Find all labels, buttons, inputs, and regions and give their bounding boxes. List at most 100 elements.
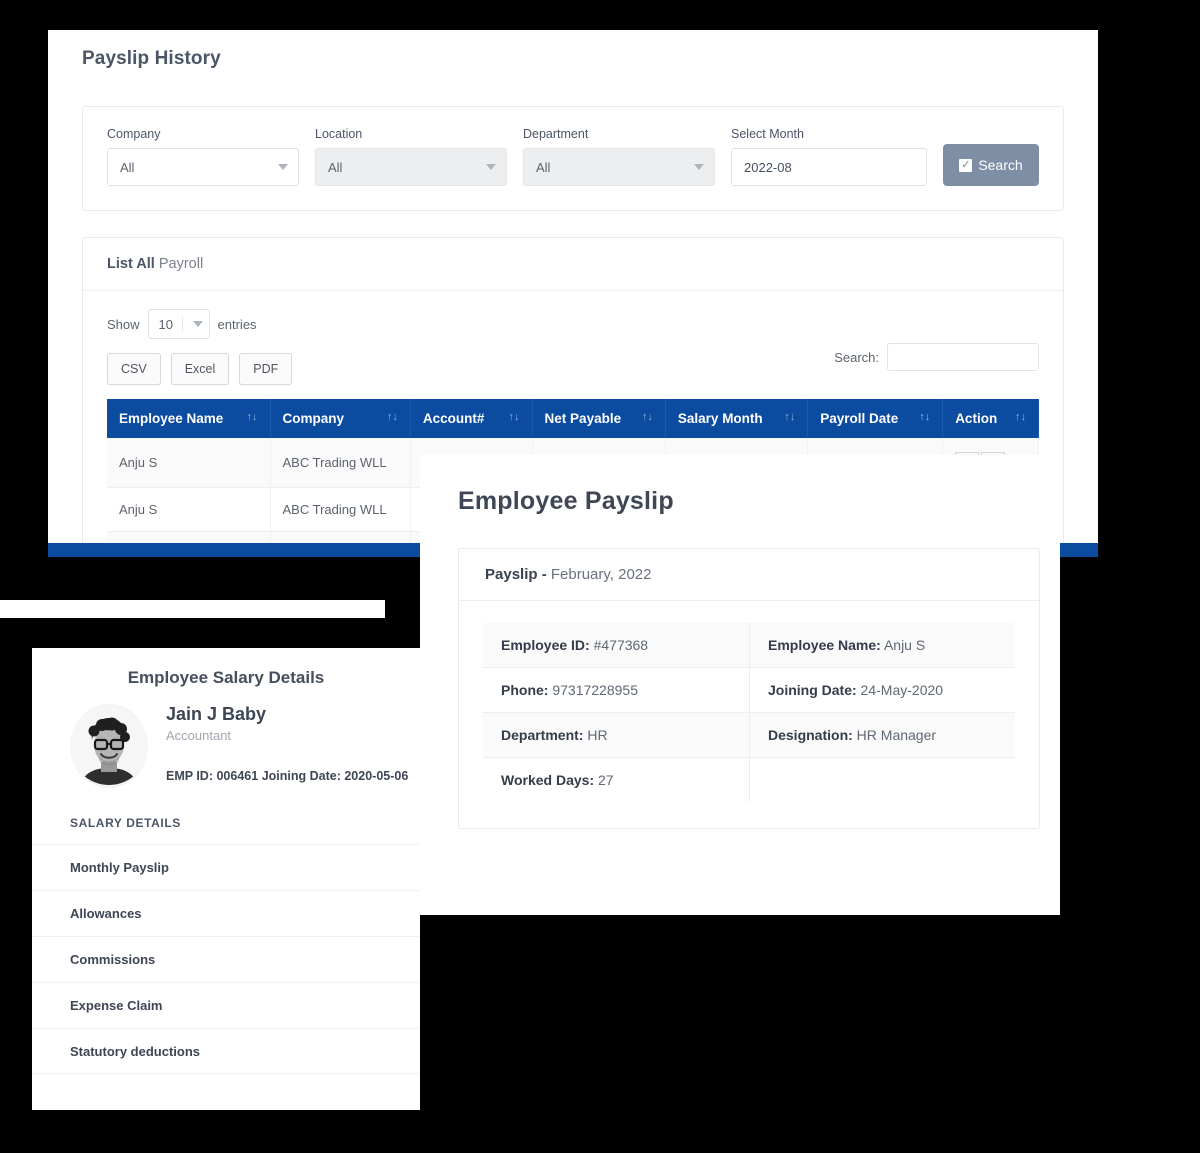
payslip-card-body: Employee ID: #477368 Employee Name: Anju… [459, 601, 1039, 828]
info-joining-date-label: Joining Date: [768, 682, 857, 698]
col-net-payable-label: Net Payable [545, 411, 622, 426]
csv-export-button[interactable]: CSV [107, 353, 161, 385]
month-field: Select Month [731, 127, 927, 186]
show-entries-row: Show 10 entries [107, 309, 1039, 339]
info-designation-label: Designation: [768, 727, 853, 743]
list-item-allowances[interactable]: Allowances [32, 890, 420, 936]
background-strip [0, 600, 385, 618]
emp-id-value: 006461 [216, 769, 258, 783]
joining-date-label: Joining Date: [262, 769, 341, 783]
list-item-expense-claim[interactable]: Expense Claim [32, 982, 420, 1028]
payroll-table-head: ↑↓Employee Name ↑↓Company ↑↓Account# ↑↓N… [107, 399, 1039, 438]
col-net-payable[interactable]: ↑↓ Net Payable [532, 399, 665, 438]
company-select-value: All [120, 160, 134, 175]
sort-icon: ↑↓ [247, 411, 258, 423]
check-icon: ✓ [959, 159, 972, 172]
col-action-label: Action [955, 411, 997, 426]
col-action[interactable]: ↑↓Action [943, 399, 1039, 438]
search-button[interactable]: ✓ Search [943, 144, 1039, 186]
col-account-label: Account# [423, 411, 485, 426]
list-item-commissions[interactable]: Commissions [32, 936, 420, 982]
filter-card: Company All Location All Department All [82, 106, 1064, 211]
info-joining-date: Joining Date: 24-May-2020 [749, 668, 1015, 713]
info-employee-name-value: Anju S [881, 637, 925, 653]
col-company[interactable]: ↑↓Company [270, 399, 410, 438]
department-select-value: All [536, 160, 550, 175]
payslip-modal-title: Employee Payslip [420, 455, 1060, 516]
cell-company: ABC Trading WLL [270, 438, 410, 488]
sort-icon: ↑↓ [509, 411, 520, 423]
table-search-input[interactable] [887, 343, 1039, 371]
search-button-label: Search [978, 157, 1022, 173]
col-company-label: Company [283, 411, 345, 426]
payslip-card: Payslip - February, 2022 Employee ID: #4… [458, 548, 1040, 829]
table-search-label: Search: [834, 350, 879, 365]
company-select[interactable]: All [107, 148, 299, 186]
info-employee-id-value: #477368 [590, 637, 648, 653]
show-entries-value: 10 [159, 317, 173, 332]
department-label: Department [523, 127, 715, 141]
payslip-card-header: Payslip - February, 2022 [459, 549, 1039, 601]
month-label: Select Month [731, 127, 927, 141]
location-select[interactable]: All [315, 148, 507, 186]
chevron-down-icon [278, 164, 288, 170]
list-item-monthly-payslip[interactable]: Monthly Payslip [32, 844, 420, 890]
info-designation-value: HR Manager [853, 727, 936, 743]
info-empty-cell [749, 758, 1015, 802]
show-label: Show [107, 317, 140, 332]
employee-summary: Jain J Baby Accountant EMP ID: 006461 Jo… [32, 688, 420, 788]
col-account[interactable]: ↑↓ Account# [410, 399, 532, 438]
show-entries-select[interactable]: 10 [148, 309, 210, 339]
info-department: Department: HR [483, 713, 749, 758]
payslip-period-label: Payslip - [485, 566, 547, 583]
employee-identity: Jain J Baby Accountant EMP ID: 006461 Jo… [166, 704, 408, 783]
employee-salary-details-panel: Employee Salary Details [32, 648, 420, 1110]
emp-id-label: EMP ID: [166, 769, 213, 783]
employee-meta: EMP ID: 006461 Joining Date: 2020-05-06 [166, 769, 408, 783]
location-label: Location [315, 127, 507, 141]
page-title: Payslip History [48, 30, 1098, 70]
excel-export-button[interactable]: Excel [171, 353, 230, 385]
salary-panel-title: Employee Salary Details [32, 648, 420, 688]
divider [182, 316, 183, 332]
info-phone: Phone: 97317228955 [483, 668, 749, 713]
chevron-down-icon [193, 321, 203, 327]
col-employee-name-label: Employee Name [119, 411, 223, 426]
table-search-group: Search: [834, 343, 1039, 371]
info-worked-days: Worked Days: 27 [483, 758, 749, 802]
payroll-list-title-rest: Payroll [155, 256, 203, 272]
employee-role: Accountant [166, 728, 408, 743]
pdf-export-button[interactable]: PDF [239, 353, 292, 385]
info-joining-date-value: 24-May-2020 [857, 682, 943, 698]
info-worked-days-label: Worked Days: [501, 772, 594, 788]
info-department-label: Department: [501, 727, 583, 743]
chevron-down-icon [694, 164, 704, 170]
entries-label: entries [218, 317, 257, 332]
col-employee-name[interactable]: ↑↓ Employee Name [107, 399, 270, 438]
list-item-statutory-deductions[interactable]: Statutory deductions [32, 1028, 420, 1074]
payslip-period-value: February, 2022 [547, 566, 652, 583]
screen-root: Payslip History Company All Location All… [0, 0, 1200, 1153]
department-field: Department All [523, 127, 715, 186]
info-phone-label: Phone: [501, 682, 548, 698]
employee-payslip-modal: Employee Payslip Payslip - February, 202… [420, 455, 1060, 915]
employee-name: Jain J Baby [166, 704, 408, 725]
sort-icon: ↑↓ [919, 411, 930, 423]
location-field: Location All [315, 127, 507, 186]
info-designation: Designation: HR Manager [749, 713, 1015, 758]
payroll-list-title-bold: List All [107, 256, 155, 272]
info-employee-id: Employee ID: #477368 [483, 623, 749, 668]
select-month-input[interactable] [731, 148, 927, 186]
department-select[interactable]: All [523, 148, 715, 186]
cell-employee-name: Anju S [107, 488, 270, 532]
info-employee-id-label: Employee ID: [501, 637, 590, 653]
payroll-list-title: List All Payroll [83, 238, 1063, 291]
info-employee-name-label: Employee Name: [768, 637, 881, 653]
location-select-value: All [328, 160, 342, 175]
info-worked-days-value: 27 [594, 772, 613, 788]
col-salary-month[interactable]: ↑↓Salary Month [665, 399, 807, 438]
col-salary-month-label: Salary Month [678, 411, 763, 426]
sort-icon: ↑↓ [642, 411, 653, 423]
info-employee-name: Employee Name: Anju S [749, 623, 1015, 668]
col-payroll-date[interactable]: ↑↓Payroll Date [808, 399, 943, 438]
